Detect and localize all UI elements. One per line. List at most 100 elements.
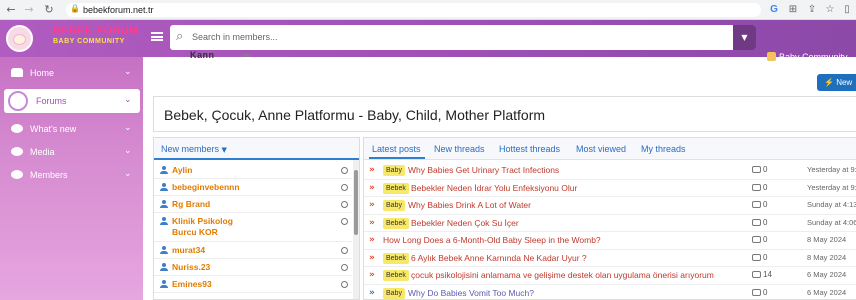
tab-hottest-threads[interactable]: Hottest threads [499,144,560,154]
member-name[interactable]: bebeginvebennn [172,182,240,193]
menu-icon[interactable] [151,32,163,41]
prefix-badge[interactable]: Baby [383,165,405,176]
replies-icon [752,271,761,278]
post-date[interactable]: Sunday at 4:06 [807,218,856,227]
thread-title[interactable]: çocuk psikolojisini anlamama ve gelişime… [411,270,714,280]
post-row[interactable]: » Bebek Bebekler Neden Çok Su İçer 0 Sun… [364,215,856,232]
prefix-badge[interactable]: Bebek [383,252,409,264]
logo-icon[interactable] [6,25,33,52]
chevron-down-icon[interactable]: ⌄ [124,123,132,133]
replies-icon [752,218,761,226]
member-name[interactable]: Nuriss.23 [172,262,210,273]
members-scrollbar[interactable] [353,160,359,299]
url-text: bebekforum.net.tr [83,5,154,15]
new-post-button[interactable]: ⚡ New [817,74,856,91]
forward-icon[interactable]: → [22,3,36,17]
sidebar-item-whats-new[interactable]: What's new ⌄ [0,119,143,139]
chat-icon [8,91,28,111]
post-row[interactable]: » How Long Does a 6-Month-Old Baby Sleep… [364,232,856,250]
thread-title[interactable]: Bebekler Neden İdrar Yolu Enfeksiyonu Ol… [411,183,577,193]
tab-new-members[interactable]: New members ▼ [161,144,227,154]
thread-title[interactable]: How Long Does a 6-Month-Old Baby Sleep i… [383,235,601,245]
post-row[interactable]: » Bebek Bebekler Neden İdrar Yolu Enfeks… [364,180,856,197]
post-row[interactable]: » Bebek çocuk psikolojisini anlamama ve … [364,267,856,285]
sidebar-item-label: Media [30,147,55,157]
member-row[interactable]: Nuriss.23 [154,259,352,276]
post-date[interactable]: Yesterday at 9: [807,183,856,192]
clock-icon [341,218,348,225]
logo-title[interactable]: BEBEK FORUM [53,25,138,37]
star-icon[interactable]: ☆ [823,3,837,17]
community-button[interactable]: Baby Community [762,46,856,69]
read-arrow-icon: » [369,287,375,298]
member-row[interactable]: Aylin [154,162,352,179]
member-row[interactable]: Klinik Psikolog Burcu KOR [154,213,352,242]
google-icon[interactable]: G [767,3,781,17]
thread-title[interactable]: Why Babies Get Urinary Tract Infections [408,165,559,175]
post-row[interactable]: » Bebek 6 Aylık Bebek Anne Karnında Ne K… [364,250,856,267]
tab-my-threads[interactable]: My threads [641,144,686,154]
member-name[interactable]: Klinik Psikolog Burcu KOR [172,216,252,238]
replies-icon [752,253,761,261]
tab-most-viewed[interactable]: Most viewed [576,144,626,154]
back-icon[interactable]: ← [4,3,18,17]
chevron-down-icon[interactable]: ⌄ [124,67,132,77]
posts-tabs: Latest posts New threads Hottest threads… [364,138,856,160]
sidebar-item-media[interactable]: Media ⌄ [0,142,143,162]
prefix-badge[interactable]: Baby [383,287,405,299]
banner-ad[interactable]: Kann new [190,50,280,60]
post-date[interactable]: Yesterday at 9: [807,165,856,174]
tab-latest-posts[interactable]: Latest posts [372,144,421,154]
member-row[interactable]: murat34 [154,242,352,259]
chevron-down-icon[interactable]: ⌄ [124,146,132,156]
post-date[interactable]: 8 May 2024 [807,253,846,262]
community-label: Baby Community [779,52,848,62]
search-icon: ⌕ [176,29,184,44]
post-date[interactable]: Sunday at 4:13 [807,200,856,209]
banner-text: Kann [190,50,215,60]
reload-icon[interactable]: ↻ [42,3,56,17]
post-date[interactable]: 6 May 2024 [807,270,846,279]
member-row[interactable]: bebeginvebennn [154,179,352,196]
prefix-badge[interactable]: Baby [383,200,405,211]
member-name[interactable]: Rg Brand [172,199,210,210]
user-icon [160,263,168,271]
post-date[interactable]: 8 May 2024 [807,235,846,244]
address-bar[interactable]: 🔒 bebekforum.net.tr [66,3,761,17]
sidebar-item-label: Home [30,68,55,78]
thread-title[interactable]: Why Do Babies Vomit Too Much? [408,288,534,298]
sidebar-item-home[interactable]: Home ⌄ [0,63,143,83]
member-row[interactable]: Emines93 [154,276,352,293]
member-row[interactable]: Rg Brand [154,196,352,213]
extensions-icon[interactable]: ▯ [840,3,854,17]
members-panel-header: New members ▼ [154,138,359,160]
user-icon [160,183,168,191]
sidebar-item-label: What's new [30,124,77,134]
sidebar-item-members[interactable]: Members ⌄ [0,165,143,185]
share-icon[interactable]: ⇪ [805,3,819,17]
scrollbar-thumb[interactable] [354,170,358,235]
replies-icon [752,236,761,243]
tab-new-threads[interactable]: New threads [434,144,485,154]
prefix-badge[interactable]: Bebek [383,270,409,281]
prefix-badge[interactable]: Bebek [383,217,409,229]
post-date[interactable]: 6 May 2024 [807,288,846,297]
member-name[interactable]: Aylin [172,165,192,176]
member-name[interactable]: Emines93 [172,279,212,290]
post-row[interactable]: » Baby Why Babies Get Urinary Tract Infe… [364,162,856,180]
chevron-down-icon[interactable]: ⌄ [124,169,132,179]
post-row[interactable]: » Baby Why Babies Drink A Lot of Water 0… [364,197,856,215]
reply-count: 14 [763,270,772,279]
chevron-down-icon[interactable]: ⌄ [124,95,132,105]
member-name[interactable]: murat34 [172,245,205,256]
thread-title[interactable]: Bebekler Neden Çok Su İçer [411,218,519,228]
thread-title[interactable]: Why Babies Drink A Lot of Water [408,200,531,210]
prefix-badge[interactable]: Bebek [383,182,409,194]
thread-title[interactable]: 6 Aylık Bebek Anne Karnında Ne Kadar Uyu… [411,253,587,263]
search-scope-dropdown[interactable]: ▼ [733,25,756,50]
sidebar-item-forums[interactable]: Forums ⌄ [4,89,140,113]
post-row[interactable]: » Baby Why Do Babies Vomit Too Much? 0 6… [364,285,856,300]
translate-icon[interactable]: ⊞ [786,3,800,17]
latest-posts-panel: Latest posts New threads Hottest threads… [363,137,856,300]
search-input[interactable] [192,28,692,46]
